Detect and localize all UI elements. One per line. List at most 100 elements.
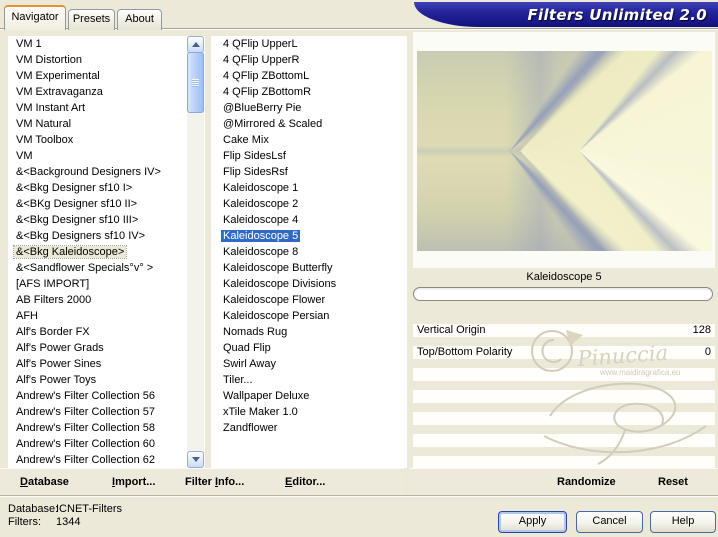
progress-bar xyxy=(413,287,713,301)
list-item[interactable]: Quad Flip xyxy=(211,340,407,356)
list-item[interactable]: Cake Mix xyxy=(211,132,407,148)
param-row-empty xyxy=(413,390,715,403)
filter-info-button[interactable]: Filter Info... xyxy=(185,476,244,488)
filter-preview-image xyxy=(417,51,712,251)
list-item[interactable]: &<Sandflower Specials°v° > xyxy=(8,260,205,276)
help-button[interactable]: Help xyxy=(650,511,716,533)
list-item[interactable]: VM Instant Art xyxy=(8,100,205,116)
import-button[interactable]: Import... xyxy=(112,476,155,488)
list-item[interactable]: VM Toolbox xyxy=(8,132,205,148)
scrollbar-up-button[interactable] xyxy=(187,36,204,53)
param-slider-row[interactable]: Top/Bottom Polarity 0 xyxy=(413,346,715,359)
list-item[interactable]: Nomads Rug xyxy=(211,324,407,340)
status-database-value: ICNET-Filters xyxy=(56,503,122,515)
list-item[interactable]: Kaleidoscope 8 xyxy=(211,244,407,260)
tab-presets[interactable]: Presets xyxy=(68,9,115,30)
list-item[interactable]: Andrew's Filter Collection 57 xyxy=(8,404,205,420)
param-row-empty xyxy=(413,368,715,381)
list-item[interactable]: &<Bkg Designer sf10 I> xyxy=(8,180,205,196)
list-item[interactable]: Andrew's Filter Collection 58 xyxy=(8,420,205,436)
list-item[interactable]: AFH xyxy=(8,308,205,324)
tab-about[interactable]: About xyxy=(117,9,162,30)
list-item[interactable]: Kaleidoscope Divisions xyxy=(211,276,407,292)
tab-navigator-label: Navigator xyxy=(11,11,59,23)
list-item[interactable]: VM 1 xyxy=(8,36,205,52)
list-item[interactable]: Kaleidoscope Persian xyxy=(211,308,407,324)
status-area: Database:ICNET-Filters Filters: 1344 xyxy=(8,503,122,529)
filters-unlimited-window: Navigator Presets About Filters Unlimite… xyxy=(0,0,718,537)
list-item[interactable]: &<Bkg Kaleidoscope> xyxy=(8,244,205,260)
param-label: Top/Bottom Polarity xyxy=(417,346,513,358)
list-item[interactable]: Alf's Power Sines xyxy=(8,356,205,372)
param-row-empty xyxy=(413,434,715,447)
list-item[interactable]: @Mirrored & Scaled xyxy=(211,116,407,132)
param-row-empty xyxy=(413,456,715,468)
list-item[interactable]: Kaleidoscope 5 xyxy=(211,228,407,244)
list-item[interactable]: Kaleidoscope Butterfly xyxy=(211,260,407,276)
list-item[interactable]: @BlueBerry Pie xyxy=(211,100,407,116)
list-item[interactable]: Kaleidoscope 4 xyxy=(211,212,407,228)
list-item[interactable]: xTile Maker 1.0 xyxy=(211,404,407,420)
list-item[interactable]: Kaleidoscope Flower xyxy=(211,292,407,308)
category-list: VM 1 VM Distortion VM Experimental VM Extra… xyxy=(8,36,205,468)
list-item[interactable]: Flip SidesRsf xyxy=(211,164,407,180)
list-item[interactable]: [AFS IMPORT] xyxy=(8,276,205,292)
status-filters-label: Filters: xyxy=(8,516,41,528)
list-item[interactable]: &<BKg Designer sf10 II> xyxy=(8,196,205,212)
status-database-label: Database: xyxy=(8,503,59,515)
list-item[interactable]: Flip SidesLsf xyxy=(211,148,407,164)
status-filters-value: 1344 xyxy=(56,516,81,528)
apply-button[interactable]: Apply xyxy=(498,511,567,533)
toolbar-right: Randomize Reset xyxy=(410,468,718,495)
tab-about-label: About xyxy=(125,13,154,25)
preview-caption: Kaleidoscope 5 xyxy=(526,271,602,283)
tab-presets-label: Presets xyxy=(72,13,111,25)
list-item[interactable]: AB Filters 2000 xyxy=(8,292,205,308)
list-item[interactable]: Zandflower xyxy=(211,420,407,436)
list-item[interactable]: Wallpaper Deluxe xyxy=(211,388,407,404)
list-item[interactable]: 4 QFlip ZBottomL xyxy=(211,68,407,84)
arrow-down-icon xyxy=(191,457,200,462)
list-item[interactable]: Alf's Power Toys xyxy=(8,372,205,388)
status-database-line: Database:ICNET-Filters xyxy=(8,503,122,516)
scrollbar-down-button[interactable] xyxy=(187,451,204,468)
list-item[interactable]: VM Extravaganza xyxy=(8,84,205,100)
list-item[interactable]: VM Distortion xyxy=(8,52,205,68)
list-item[interactable]: 4 QFlip UpperR xyxy=(211,52,407,68)
list-item[interactable]: Swirl Away xyxy=(211,356,407,372)
list-item[interactable]: &<Bkg Designers sf10 IV> xyxy=(8,228,205,244)
reset-button[interactable]: Reset xyxy=(658,476,688,488)
param-value: 0 xyxy=(704,346,711,358)
tab-navigator[interactable]: Navigator xyxy=(4,5,66,30)
list-item[interactable]: Kaleidoscope 1 xyxy=(211,180,407,196)
param-label: Vertical Origin xyxy=(417,324,486,336)
toolbar-divider xyxy=(0,495,718,497)
list-item[interactable]: &<Bkg Designer sf10 III> xyxy=(8,212,205,228)
database-button[interactable]: Database xyxy=(20,476,69,488)
app-title-banner: Filters Unlimited 2.0 xyxy=(414,2,718,27)
list-item[interactable]: VM xyxy=(8,148,205,164)
list-item[interactable]: Tiler... xyxy=(211,372,407,388)
status-filters-line: Filters: 1344 xyxy=(8,516,122,529)
list-item[interactable]: &<Background Designers IV> xyxy=(8,164,205,180)
list-item[interactable]: Alf's Border FX xyxy=(8,324,205,340)
category-list-scrollbar[interactable] xyxy=(187,36,204,468)
randomize-button[interactable]: Randomize xyxy=(557,476,616,488)
editor-button[interactable]: Editor... xyxy=(285,476,325,488)
list-item[interactable]: 4 QFlip ZBottomR xyxy=(211,84,407,100)
filter-list: 4 QFlip UpperL 4 QFlip UpperR 4 QFlip ZBot… xyxy=(211,36,407,468)
list-item[interactable]: Andrew's Filter Collection 62 xyxy=(8,452,205,468)
scrollbar-thumb[interactable] xyxy=(187,52,204,113)
list-item[interactable]: VM Natural xyxy=(8,116,205,132)
param-slider-row[interactable]: Vertical Origin 128 xyxy=(413,324,715,337)
cancel-button[interactable]: Cancel xyxy=(576,511,643,533)
list-item[interactable]: Kaleidoscope 2 xyxy=(211,196,407,212)
list-item[interactable]: 4 QFlip UpperL xyxy=(211,36,407,52)
list-item[interactable]: Alf's Power Grads xyxy=(8,340,205,356)
list-item[interactable]: Andrew's Filter Collection 60 xyxy=(8,436,205,452)
arrow-up-icon xyxy=(191,42,200,47)
preview-frame xyxy=(413,32,715,268)
list-item[interactable]: Andrew's Filter Collection 56 xyxy=(8,388,205,404)
app-title: Filters Unlimited 2.0 xyxy=(527,6,707,24)
list-item[interactable]: VM Experimental xyxy=(8,68,205,84)
